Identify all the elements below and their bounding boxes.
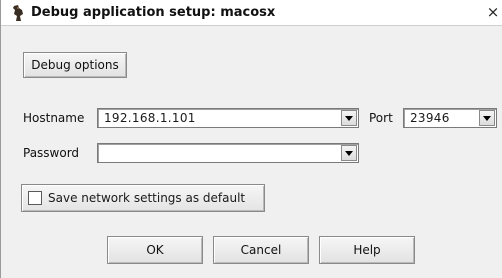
save-settings-label: Save network settings as default [48, 191, 246, 205]
port-label: Port [369, 111, 393, 125]
chevron-down-icon[interactable] [341, 110, 357, 126]
close-icon[interactable]: × [485, 4, 501, 20]
hostname-value: 192.168.1.101 [104, 111, 196, 125]
cancel-button-label: Cancel [240, 243, 282, 257]
help-button-label: Help [353, 243, 381, 257]
password-label: Password [23, 146, 80, 160]
title-bar[interactable]: Debug application setup: macosx × [1, 0, 502, 26]
port-value: 23946 [410, 111, 450, 125]
chevron-down-icon[interactable] [341, 145, 357, 161]
debug-options-label: Debug options [31, 58, 119, 72]
chevron-down-icon[interactable] [479, 110, 495, 126]
hostname-combo[interactable]: 192.168.1.101 [97, 108, 359, 128]
ida-app-icon [9, 4, 27, 22]
port-combo[interactable]: 23946 [403, 108, 497, 128]
cancel-button[interactable]: Cancel [213, 236, 309, 264]
debug-options-button[interactable]: Debug options [23, 52, 127, 78]
help-button[interactable]: Help [319, 236, 415, 264]
hostname-label: Hostname [23, 111, 85, 125]
password-combo[interactable] [97, 143, 359, 163]
save-settings-checkbox[interactable] [28, 191, 42, 205]
save-settings-checkbox-group[interactable]: Save network settings as default [21, 184, 265, 212]
window-title: Debug application setup: macosx [31, 5, 276, 20]
ok-button[interactable]: OK [107, 236, 203, 264]
debug-setup-dialog: Debug application setup: macosx × Debug … [0, 0, 502, 278]
ok-button-label: OK [146, 243, 164, 257]
